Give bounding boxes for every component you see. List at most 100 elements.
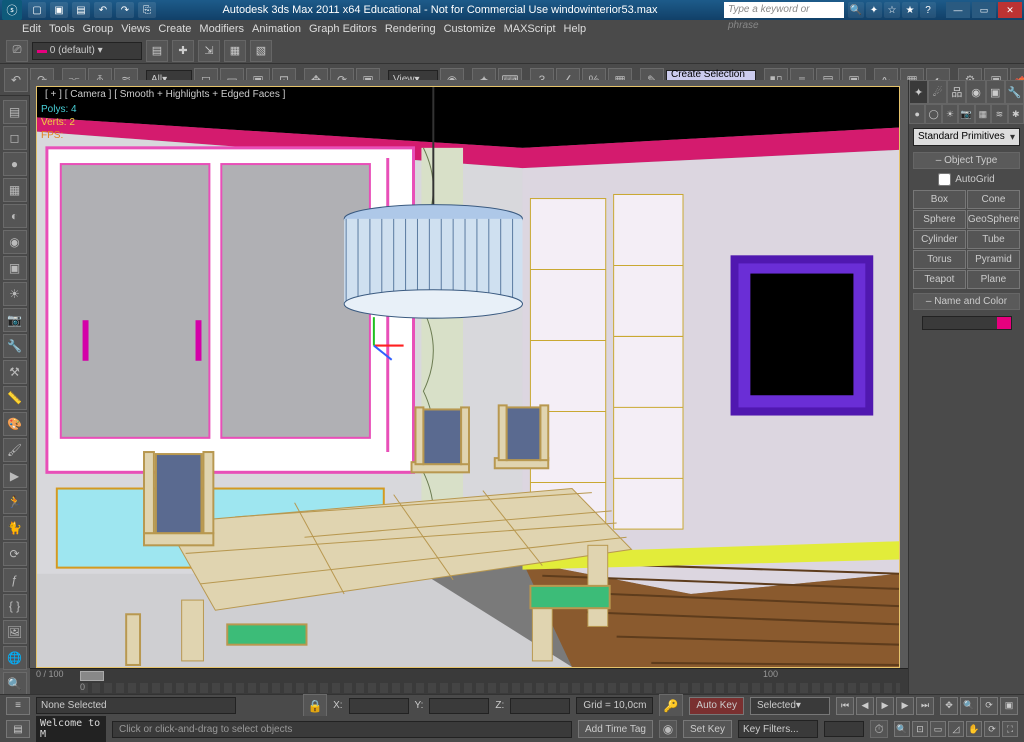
render-vp-icon[interactable]: 🖼 [3,620,27,644]
menu-customize[interactable]: Customize [444,23,496,35]
script-icon[interactable]: { } [3,594,27,618]
undo-icon[interactable]: ↶ [94,2,112,18]
motion-tab-icon[interactable]: ◉ [966,80,985,104]
scene-explorer-icon[interactable]: ⎚ [6,40,28,62]
isolate-icon[interactable]: ◉ [659,720,677,738]
fov-icon[interactable]: ◿ [948,721,964,737]
viewport-label[interactable]: [ + ] [ Camera ] [ Smooth + Highlights +… [41,89,289,100]
material-edit-icon[interactable]: ◉ [3,230,27,254]
cameras-icon[interactable]: 📷 [958,104,974,124]
keymode-dropdown[interactable]: Selected ▾ [750,697,830,715]
layer-prop-2-icon[interactable]: ▧ [250,40,272,62]
lock-icon[interactable]: 🔒 [303,694,327,718]
maxscript-mini-listener[interactable]: Welcome to M [36,716,106,742]
modify-tab-icon[interactable]: ☄ [928,80,947,104]
sphere-button[interactable]: Sphere [913,210,966,229]
utility-icon[interactable]: ⚒ [3,360,27,384]
pan-icon[interactable]: ✋ [966,721,982,737]
search-icon[interactable]: 🔍 [848,2,864,18]
object-color-swatch[interactable] [922,316,1012,330]
next-frame-icon[interactable]: ▶ [896,697,914,715]
slate-material-icon[interactable]: ▣ [3,256,27,280]
tube-button[interactable]: Tube [967,230,1020,249]
nav-max-icon[interactable]: ▣ [1000,697,1018,715]
close-button[interactable]: ✕ [998,2,1022,18]
time-slider[interactable]: 0 / 100 0 100 [30,668,908,694]
redo-icon[interactable]: ↷ [116,2,134,18]
select-layer-icon[interactable]: ⇲ [198,40,220,62]
help-icon[interactable]: ? [920,2,936,18]
lighting-icon[interactable]: ☀ [3,282,27,306]
brush-icon[interactable]: 🖌 [3,438,27,462]
viewport[interactable]: [ + ] [ Camera ] [ Smooth + Highlights +… [36,86,900,668]
func-icon[interactable]: ƒ [3,568,27,592]
nav-orbit-icon[interactable]: ⟳ [980,697,998,715]
environment-icon[interactable]: 🌐 [3,646,27,670]
communication-icon[interactable]: ☆ [884,2,900,18]
geosphere-button[interactable]: GeoSphere [967,210,1020,229]
setkey-button[interactable]: Set Key [683,720,732,738]
menu-graph-editors[interactable]: Graph Editors [309,23,377,35]
box-button[interactable]: Box [913,190,966,209]
shapes-icon[interactable]: ◯ [925,104,941,124]
play-icon[interactable]: ▶ [876,697,894,715]
primitive-category-dropdown[interactable]: Standard Primitives [913,128,1020,146]
nav-zoom-icon[interactable]: 🔍 [960,697,978,715]
torus-button[interactable]: Torus [913,250,966,269]
nav-pan-icon[interactable]: ✥ [940,697,958,715]
search-scene-icon[interactable]: 🔍 [3,672,27,696]
keyfilters-button[interactable]: Key Filters... [738,720,818,738]
orbit-icon[interactable]: ⟳ [984,721,1000,737]
lights-icon[interactable]: ☀ [942,104,958,124]
menu-maxscript[interactable]: MAXScript [504,23,556,35]
z-input[interactable] [510,698,570,714]
maximize-button[interactable]: ▭ [972,2,996,18]
measure-icon[interactable]: 📏 [3,386,27,410]
zoom-all-icon[interactable]: ⊡ [912,721,928,737]
animation-icon[interactable]: ▶ [3,464,27,488]
menu-tools[interactable]: Tools [49,23,75,35]
undo-icon[interactable]: ↶ [4,68,28,92]
utilities-tab-icon[interactable]: 🔧 [1005,80,1024,104]
object-type-rollout[interactable]: – Object Type [913,152,1020,169]
menu-animation[interactable]: Animation [252,23,301,35]
transform-icon[interactable]: ▦ [3,178,27,202]
char-anim-icon[interactable]: 🏃 [3,490,27,514]
add-time-tag-button[interactable]: Add Time Tag [578,720,653,738]
name-color-rollout[interactable]: – Name and Color [913,293,1020,310]
menu-create[interactable]: Create [158,23,191,35]
teapot-button[interactable]: Teapot [913,270,966,289]
menu-help[interactable]: Help [564,23,587,35]
cameras-icon[interactable]: 📷 [3,308,27,332]
menu-group[interactable]: Group [83,23,114,35]
graphite-panel-icon[interactable]: ▤ [3,100,27,124]
new-file-icon[interactable]: ▢ [28,2,46,18]
zoom-icon[interactable]: 🔍 [894,721,910,737]
listener-toggle-icon[interactable]: ▤ [6,720,30,738]
project-folder-icon[interactable]: ⎘ [138,2,156,18]
cylinder-button[interactable]: Cylinder [913,230,966,249]
maximize-vp-icon[interactable]: ⛶ [1002,721,1018,737]
color-icon[interactable]: 🎨 [3,412,27,436]
frame-input[interactable] [824,721,864,737]
open-file-icon[interactable]: ▣ [50,2,68,18]
layer-prop-1-icon[interactable]: ▦ [224,40,246,62]
time-config-icon[interactable]: ⏱ [870,720,888,738]
display-tab-icon[interactable]: ▣ [986,80,1005,104]
help-search-input[interactable]: Type a keyword or phrase [724,2,844,18]
y-input[interactable] [429,698,489,714]
poly-select-icon[interactable]: ◻ [3,126,27,150]
x-input[interactable] [349,698,409,714]
zoom-extents-icon[interactable]: ▭ [930,721,946,737]
geometry-icon[interactable]: ● [909,104,925,124]
cat-icon[interactable]: 🐈 [3,516,27,540]
hierarchy-tab-icon[interactable]: 品 [947,80,966,104]
autokey-button[interactable]: Auto Key [689,697,744,715]
systems-icon[interactable]: ✱ [1008,104,1024,124]
autogrid-checkbox[interactable] [938,173,951,186]
favorites-icon[interactable]: ★ [902,2,918,18]
track-bar[interactable] [80,683,900,693]
paint-select-icon[interactable]: ● [3,152,27,176]
pyramid-button[interactable]: Pyramid [967,250,1020,269]
prev-frame-icon[interactable]: ◀ [856,697,874,715]
